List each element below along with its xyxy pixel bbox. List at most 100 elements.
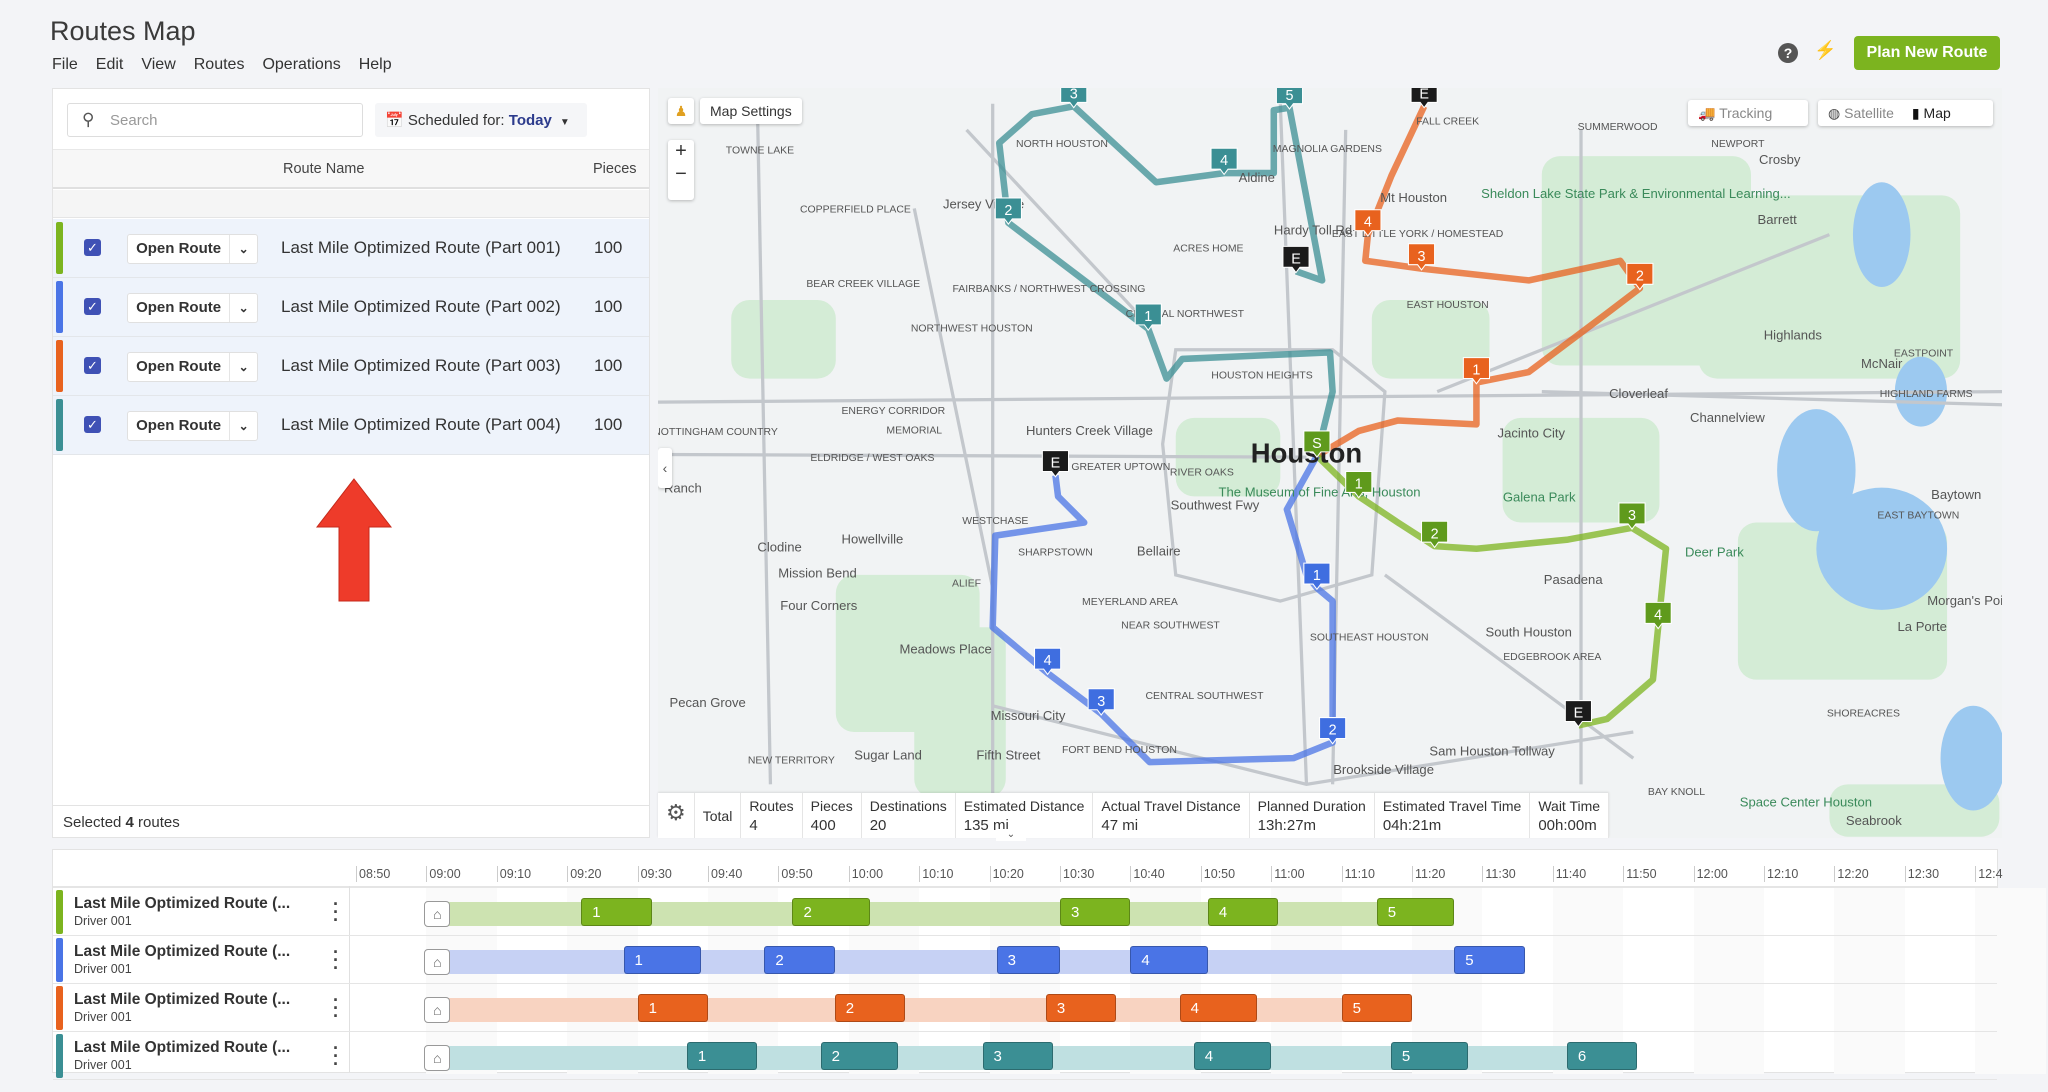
stop-block[interactable]: 3 [982,1042,1053,1070]
tracking-button[interactable]: 🚚 Tracking [1688,100,1808,126]
collapse-panel-icon[interactable]: ‹ [658,448,672,488]
timeline-route-name[interactable]: Last Mile Optimized Route (... [74,943,290,961]
map-view[interactable]: TOWNE LAKE COPPERFIELD PLACE Jersey Villag… [658,88,2002,838]
svg-text:S: S [1312,436,1322,452]
map-type-toggle[interactable]: ◍ Satellite ▮ Map [1818,100,1993,126]
stop-block[interactable]: 4 [1207,898,1279,926]
menu-help[interactable]: Help [359,56,392,74]
stop-block[interactable]: 5 [1341,994,1412,1022]
svg-text:2: 2 [1329,723,1337,739]
bolt-icon[interactable]: ⚡ [1814,40,1836,61]
col-pieces[interactable]: Pieces [593,161,637,177]
route-row[interactable]: ✓ Open Route ⌄ Last Mile Optimized Route (P… [53,396,649,455]
open-route-label[interactable]: Open Route [128,294,231,322]
zoom-in-button[interactable]: + [668,140,694,163]
map-label: Aldine [1239,170,1275,185]
open-route-button[interactable]: Open Route ⌄ [127,234,258,264]
route-color-bar [56,986,63,1030]
stop-block[interactable]: 1 [637,994,708,1022]
map-settings-button[interactable]: Map Settings [700,98,802,124]
stop-block[interactable]: 4 [1130,946,1208,974]
stop-block[interactable]: 4 [1179,994,1258,1022]
plan-new-route-button[interactable]: Plan New Route [1854,36,2000,70]
route-pieces: 100 [594,415,623,434]
map-label: Baytown [1931,487,1981,502]
menu-file[interactable]: File [52,56,78,74]
depot-home-icon[interactable]: ⌂ [424,949,451,975]
stop-block[interactable]: 1 [686,1042,758,1070]
stop-block[interactable]: 2 [820,1042,899,1070]
open-route-label[interactable]: Open Route [128,235,231,263]
route-checkbox[interactable]: ✓ [84,298,101,315]
chevron-down-icon[interactable]: ⌄ [230,353,257,381]
stat-label: Pieces [810,798,853,814]
route-row[interactable]: ✓ Open Route ⌄ Last Mile Optimized Route (P… [53,278,649,337]
open-route-label[interactable]: Open Route [128,353,231,381]
route-row[interactable]: ✓ Open Route ⌄ Last Mile Optimized Route (P… [53,337,649,396]
stop-block[interactable]: 3 [1060,898,1131,926]
depot-home-icon[interactable]: ⌂ [424,901,451,927]
stop-block[interactable]: 6 [1566,1042,1638,1070]
route-pieces: 100 [594,297,623,316]
more-options-icon[interactable]: · · · [333,991,339,1025]
menu-routes[interactable]: Routes [194,56,245,74]
map-label: SHOREACRES [1827,708,1900,719]
more-options-icon[interactable]: · · · [333,895,339,929]
stop-block[interactable]: 2 [764,946,835,974]
stop-block[interactable]: 4 [1193,1042,1272,1070]
map-label: HIGHLAND FARMS [1880,389,1973,400]
satellite-option[interactable]: Satellite [1844,105,1894,121]
depot-home-icon[interactable]: ⌂ [424,997,451,1023]
chevron-down-icon[interactable]: ⌄ [230,294,257,322]
zoom-out-button[interactable]: − [668,163,694,186]
menu-operations[interactable]: Operations [262,56,340,74]
chevron-down-icon[interactable]: ⌄ [230,235,257,263]
map-label: South Houston [1485,624,1571,639]
depot-home-icon[interactable]: ⌂ [424,1045,451,1071]
timeline-route-name[interactable]: Last Mile Optimized Route (... [74,895,290,913]
chevron-down-icon[interactable]: ⌄ [230,412,257,440]
open-route-label[interactable]: Open Route [128,412,231,440]
time-tick: 09:20 [567,866,601,882]
svg-text:3: 3 [1070,88,1078,102]
search-input[interactable]: ⚲ Search [67,103,363,137]
col-route-name[interactable]: Route Name [283,161,364,177]
help-icon[interactable]: ? [1778,43,1798,63]
stop-block[interactable]: 1 [623,946,701,974]
stop-block[interactable]: 1 [581,898,652,926]
stat-estimated-travel-time: Estimated Travel Time 04h:21m [1375,793,1531,838]
more-options-icon[interactable]: · · · [333,943,339,977]
map-label: Mission Bend [778,566,856,581]
street-view-pegman-icon[interactable]: ♟ [668,98,694,124]
stop-block[interactable]: 2 [834,994,906,1022]
route-checkbox[interactable]: ✓ [84,357,101,374]
route-row[interactable]: ✓ Open Route ⌄ Last Mile Optimized Route (P… [53,219,649,278]
open-route-button[interactable]: Open Route ⌄ [127,411,258,441]
expand-stats-chevron-icon[interactable]: ⌄ [996,829,1026,841]
menu-edit[interactable]: Edit [96,56,124,74]
map-label: McNair [1861,356,1903,371]
settings-gear-icon[interactable]: ⚙ [658,793,695,838]
stop-block[interactable]: 2 [792,898,870,926]
route-color-bar [56,222,63,274]
stop-block[interactable]: 3 [1045,994,1117,1022]
open-route-button[interactable]: Open Route ⌄ [127,352,258,382]
menu-view[interactable]: View [141,56,175,74]
more-options-icon[interactable]: · · · [333,1039,339,1073]
time-tick: 09:10 [496,866,531,882]
timeline-route-name[interactable]: Last Mile Optimized Route (... [74,991,290,1009]
stop-block[interactable]: 5 [1454,946,1525,974]
stop-block[interactable]: 5 [1376,898,1455,926]
route-color-bar [56,938,63,982]
open-route-button[interactable]: Open Route ⌄ [127,293,258,323]
route-checkbox[interactable]: ✓ [84,239,101,256]
map-option[interactable]: Map [1924,105,1951,121]
stop-block[interactable]: 3 [996,946,1060,974]
stop-block[interactable]: 5 [1390,1042,1469,1070]
route-checkbox[interactable]: ✓ [84,416,101,433]
time-tick: 11:50 [1623,866,1657,882]
time-tick: 09:00 [426,866,461,882]
svg-text:E: E [1051,456,1061,472]
timeline-route-name[interactable]: Last Mile Optimized Route (... [74,1039,290,1057]
scheduled-dropdown[interactable]: 📅 Scheduled for: Today ▼ [375,103,587,137]
